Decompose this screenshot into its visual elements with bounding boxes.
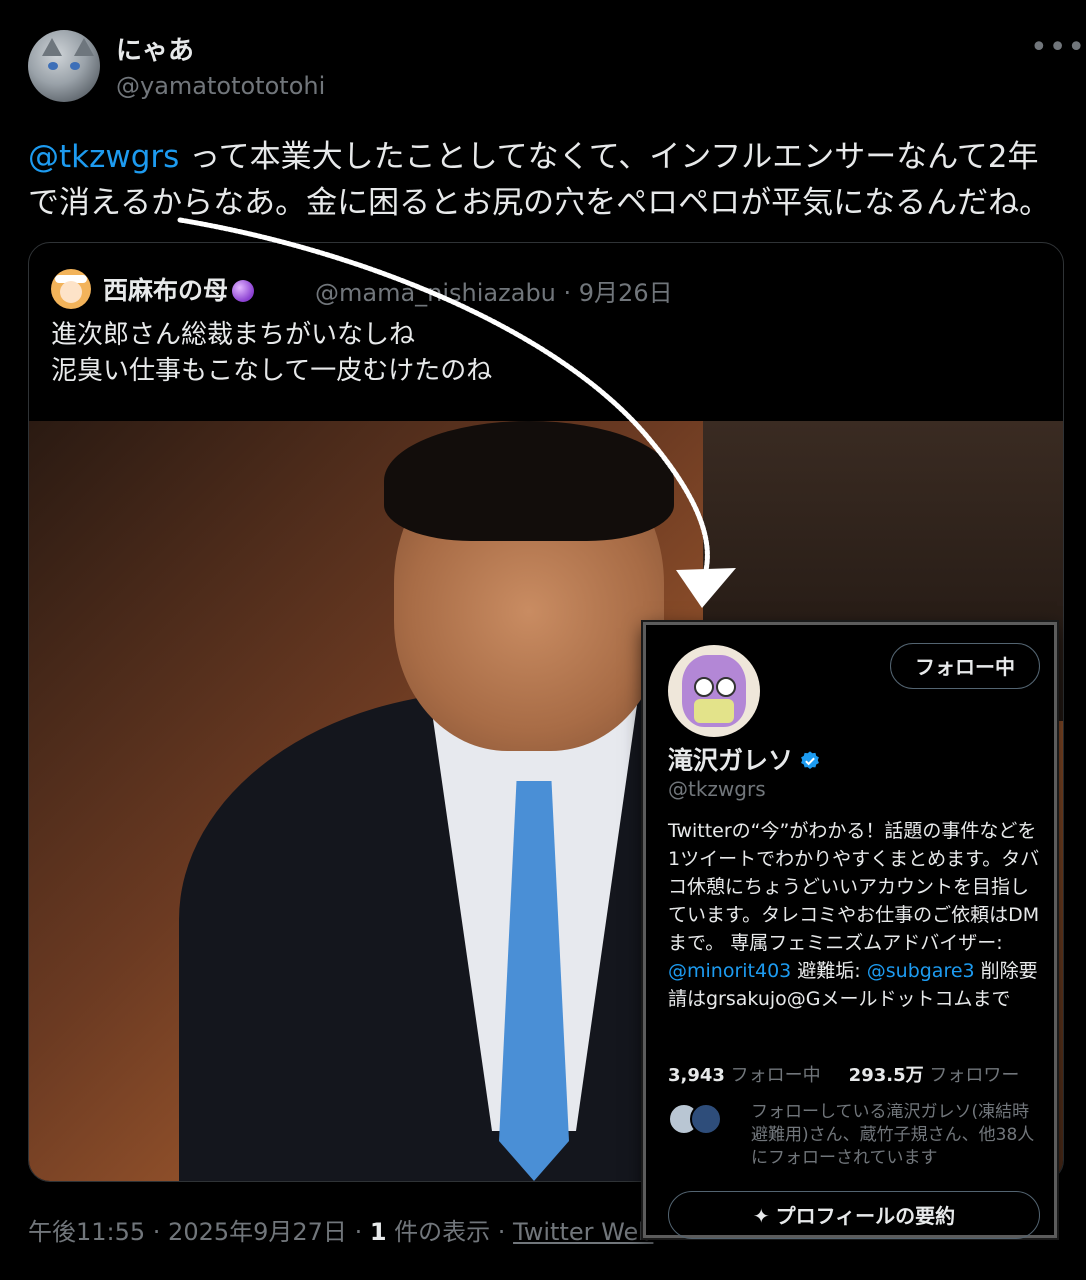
bio-text-2: 避難垢:	[791, 960, 867, 982]
profile-name-row[interactable]: 滝沢ガレソ	[668, 741, 821, 777]
mutual-avatar-2	[690, 1103, 722, 1135]
followers-label: フォロワー	[923, 1065, 1020, 1086]
following-count: 3,943	[668, 1065, 725, 1086]
bio-text-1: Twitterの“今”がわかる！話題の事件などを1ツイートでわかりやすくまとめま…	[668, 820, 1040, 954]
mutual-followers-avatars[interactable]	[668, 1103, 726, 1135]
profile-summary-button[interactable]: ✦ プロフィールの要約	[668, 1191, 1040, 1239]
sparkle-icon: ✦	[752, 1204, 770, 1228]
profile-counts: 3,943 フォロー中 293.5万 フォロワー	[668, 1061, 1019, 1087]
profile-name[interactable]: 滝沢ガレソ	[668, 746, 793, 775]
bio-mention-subgare3[interactable]: @subgare3	[867, 960, 975, 982]
following-button[interactable]: フォロー中	[890, 643, 1040, 689]
following-label: フォロー中	[724, 1065, 821, 1086]
profile-avatar[interactable]	[668, 645, 760, 737]
profile-bio: Twitterの“今”がわかる！話題の事件などを1ツイートでわかりやすくまとめま…	[668, 817, 1044, 1013]
profile-hover-card[interactable]: フォロー中 滝沢ガレソ @tkzwgrs Twitterの“今”がわかる！話題の…	[643, 622, 1057, 1239]
followers-count: 293.5万	[848, 1065, 924, 1086]
profile-handle[interactable]: @tkzwgrs	[668, 777, 766, 801]
mutual-followers-text[interactable]: フォローしている滝沢ガレソ(凍結時避難用)さん、蔵竹子規さん、他38人にフォロー…	[751, 1101, 1041, 1170]
followers-count-link[interactable]: 293.5万 フォロワー	[849, 1065, 1020, 1086]
bio-mention-minorit403[interactable]: @minorit403	[668, 960, 791, 982]
profile-summary-label: プロフィールの要約	[775, 1204, 956, 1228]
verified-badge-icon	[801, 751, 819, 769]
following-count-link[interactable]: 3,943 フォロー中	[668, 1065, 821, 1086]
